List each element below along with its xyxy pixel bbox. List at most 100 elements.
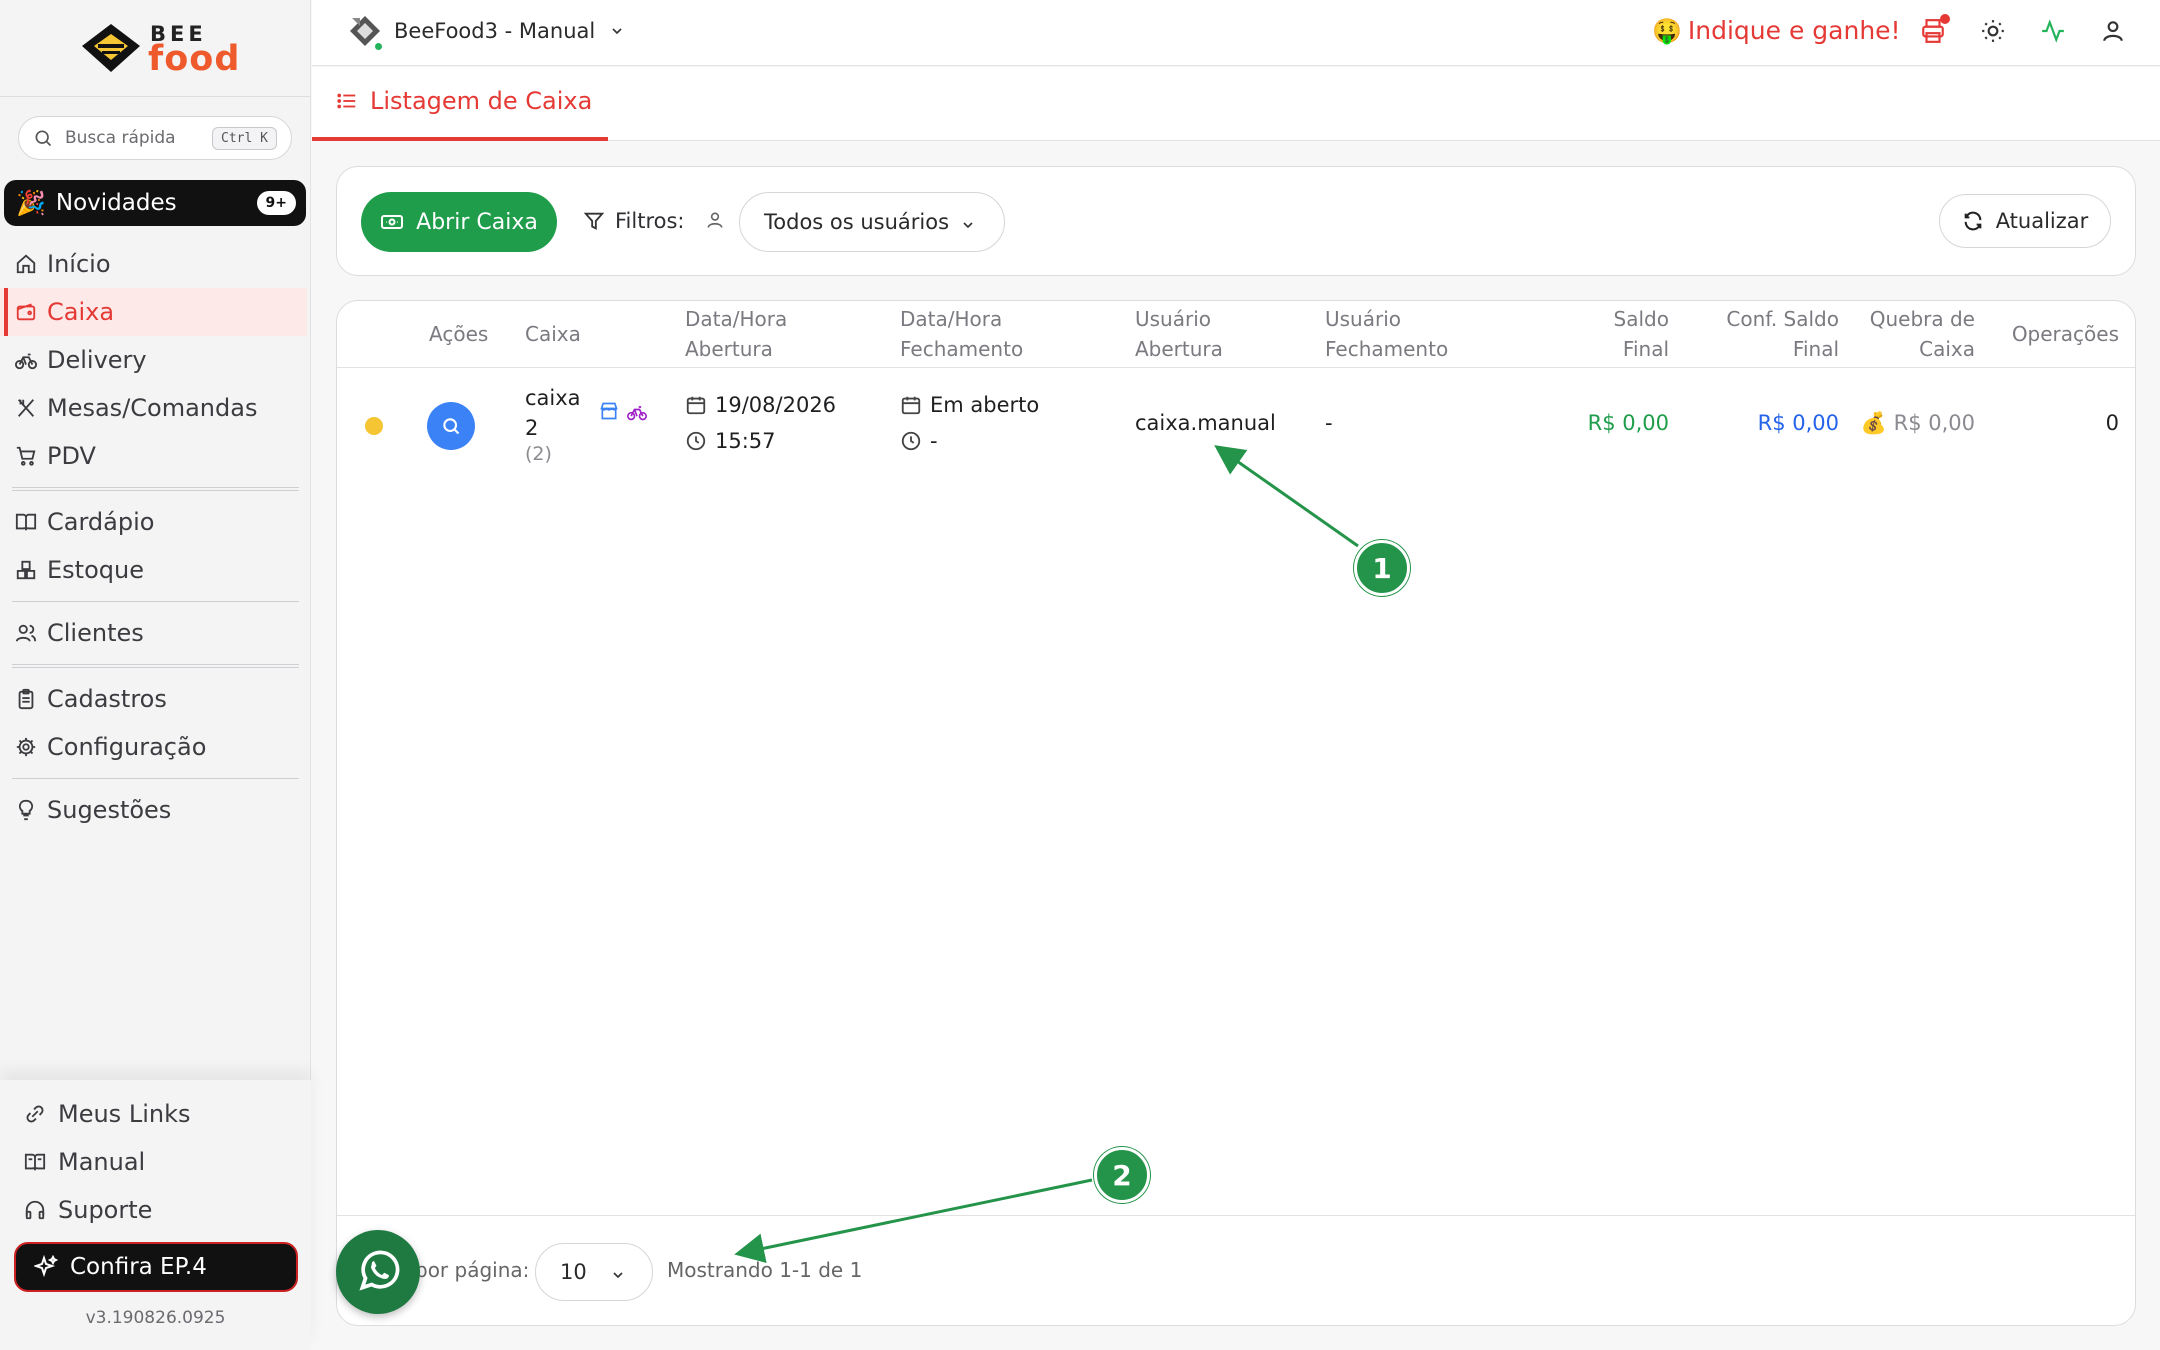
sidebar-item-cardapio[interactable]: Cardápio [0,498,311,546]
filters-label: Filtros: [583,209,685,233]
sidebar-item-meus-links[interactable]: Meus Links [0,1090,311,1138]
company-selector[interactable]: BeeFood3 - Manual [348,14,625,52]
sidebar-item-suporte[interactable]: Suporte [0,1186,311,1234]
per-page-select[interactable]: 10 [535,1243,653,1301]
book-open-icon [15,513,37,531]
quick-search-input[interactable]: Busca rápida Ctrl K [18,116,292,160]
sidebar-item-label: Configuração [47,733,207,761]
sun-icon [1982,20,2004,42]
page-tabs: Listagem de Caixa [312,67,2160,141]
status-open-dot [365,417,383,435]
logo-text-food: food [148,39,241,79]
user-close-value: - [1325,411,1333,435]
clock-icon [901,431,921,451]
active-tab-indicator [312,137,608,141]
col-header-operacoes[interactable]: Operações [2012,319,2119,349]
sidebar-item-clientes[interactable]: Clientes [0,609,311,657]
sidebar-item-mesas[interactable]: Mesas/Comandas [0,384,311,432]
col-header-quebra[interactable]: Quebra de Caixa [1870,304,1975,364]
col-header-line: Data/Hora [900,307,1003,331]
activity-icon [2042,19,2064,43]
saldo-final-value: R$ 0,00 [1587,411,1669,435]
col-header-line: Fechamento [900,337,1024,361]
printer-button[interactable] [1920,14,1950,48]
headphones-icon [25,1200,45,1220]
view-cashier-button[interactable] [427,402,475,450]
operations-count: 0 [2105,411,2119,435]
open-time-value: 15:57 [715,429,776,453]
sidebar-item-pdv[interactable]: PDV [0,432,311,480]
col-header-line: Abertura [685,337,773,361]
col-header-line: Data/Hora [685,307,788,331]
sidebar-item-label: PDV [47,442,96,470]
col-header-line: Final [1622,337,1669,361]
user-icon [2103,21,2123,42]
sidebar-item-label: Meus Links [58,1100,191,1128]
divider [12,664,299,668]
sidebar-item-estoque[interactable]: Estoque [0,546,311,594]
sidebar-item-cadastros[interactable]: Cadastros [0,675,311,723]
sidebar-item-sugestoes[interactable]: Sugestões [0,786,311,834]
lightbulb-icon [18,799,34,821]
close-time-value: - [930,429,938,453]
bike-icon [627,406,647,421]
sidebar-nav: Início Caixa Delivery Mesas/Comandas PDV… [0,240,311,834]
sidebar-item-delivery[interactable]: Delivery [0,336,311,384]
col-header-line: Caixa [1919,337,1975,361]
notification-dot [1940,14,1950,24]
filter-toolbar: Abrir Caixa Filtros: Todos os usuários A… [336,166,2136,276]
clipboard-icon [18,688,34,710]
list-icon [337,93,356,109]
sidebar-item-manual[interactable]: Manual [0,1138,311,1186]
news-button[interactable]: 🎉 Novidades 9+ [4,180,306,226]
col-header-line: Saldo [1613,307,1669,331]
sidebar-item-label: Caixa [47,298,115,326]
users-icon [15,624,37,642]
shortcut-hint: Ctrl K [212,126,277,150]
cashier-name-line: 2 [525,416,539,440]
open-cashier-button[interactable]: Abrir Caixa [361,192,557,252]
col-header-line: Conf. Saldo [1726,307,1839,331]
col-header-conf-saldo[interactable]: Conf. Saldo Final [1726,304,1839,364]
company-name: BeeFood3 - Manual [394,19,596,43]
users-filter-select[interactable]: Todos os usuários [739,192,1005,252]
news-label: Novidades [55,190,177,216]
cashier-table: Ações Caixa Data/Hora Abertura Data/Hora… [336,300,2136,1326]
col-header-saldo-final[interactable]: Saldo Final [1614,304,1669,364]
refresh-button[interactable]: Atualizar [1939,194,2111,248]
sidebar-item-label: Delivery [47,346,147,374]
col-header-line: Final [1792,337,1839,361]
clock-icon [686,431,706,451]
col-header-line: Abertura [1135,337,1223,361]
per-page-label: por página: [415,1258,530,1282]
tab-listagem-caixa[interactable]: Listagem de Caixa [336,87,592,115]
sidebar-item-configuracao[interactable]: Configuração [0,723,311,771]
table-row[interactable]: caixa 2 (2) 19/08/2026 15:57 Em aberto -… [337,369,2135,481]
whatsapp-button[interactable] [336,1230,420,1314]
col-header-fechamento[interactable]: Data/Hora Fechamento [900,304,1023,364]
theme-toggle-button[interactable] [1980,18,2006,48]
beefood-logo[interactable]: BEE food [80,20,241,79]
annotation-marker-1: 1 [1354,540,1410,596]
calendar-icon [686,396,706,415]
user-filter-icon [707,212,723,228]
sidebar-item-caixa[interactable]: Caixa [0,288,307,336]
wallet-icon [16,303,36,321]
sidebar: BEE food Busca rápida Ctrl K 🎉 Novidades… [0,0,311,1350]
cashier-name: caixa 2 [525,383,581,443]
boxes-icon [16,560,36,580]
search-icon [443,418,460,435]
col-header-caixa[interactable]: Caixa [525,319,581,349]
cashier-count: (2) [525,443,552,465]
referral-link[interactable]: 🤑 Indique e ganhe! [1652,16,1901,45]
sidebar-item-label: Sugestões [47,796,172,824]
user-menu-button[interactable] [2100,18,2126,48]
activity-button[interactable] [2040,18,2066,48]
col-header-abertura[interactable]: Data/Hora Abertura [685,304,787,364]
col-header-usuario-abertura[interactable]: Usuário Abertura [1135,304,1223,364]
table-header: Ações Caixa Data/Hora Abertura Data/Hora… [337,301,2135,368]
col-header-usuario-fechamento[interactable]: Usuário Fechamento [1325,304,1448,364]
sidebar-item-inicio[interactable]: Início [0,240,311,288]
confira-episode-button[interactable]: Confira EP.4 [14,1242,298,1292]
sidebar-item-label: Mesas/Comandas [47,394,258,422]
